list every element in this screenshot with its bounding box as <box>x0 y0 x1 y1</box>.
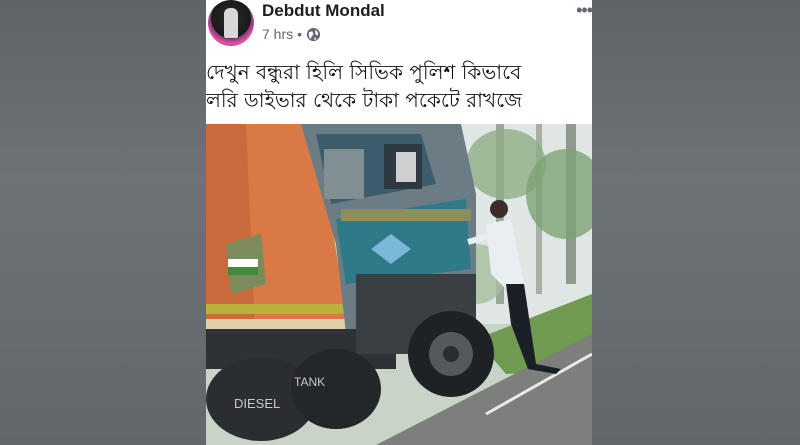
post-text-line-1: দেখুন বন্ধুরা হিলি সিভিক পুলিশ কিভাবে <box>206 60 522 84</box>
globe-icon <box>306 27 321 41</box>
left-background <box>0 0 206 445</box>
tank-label: TANK <box>294 375 325 389</box>
meta-separator: • <box>297 26 303 42</box>
post-header: Debdut Mondal 7 hrs • ••• <box>206 0 592 50</box>
facebook-post: Debdut Mondal 7 hrs • ••• দেখুন বন্ধুরা … <box>206 0 592 445</box>
post-photo[interactable]: DIESEL TANK <box>206 124 592 445</box>
right-background <box>592 0 800 445</box>
diesel-label: DIESEL <box>234 396 280 411</box>
more-options-icon[interactable]: ••• <box>576 0 592 21</box>
post-text: দেখুন বন্ধুরা হিলি সিভিক পুলিশ কিভাবে লর… <box>206 58 590 114</box>
author-name[interactable]: Debdut Mondal <box>262 1 385 21</box>
avatar[interactable] <box>208 0 254 46</box>
post-meta: 7 hrs • <box>262 26 321 42</box>
post-text-line-2: লরি ডাইভার থেকে টাকা পকেটে রাখজে <box>206 88 523 112</box>
post-time[interactable]: 7 hrs <box>262 26 293 42</box>
